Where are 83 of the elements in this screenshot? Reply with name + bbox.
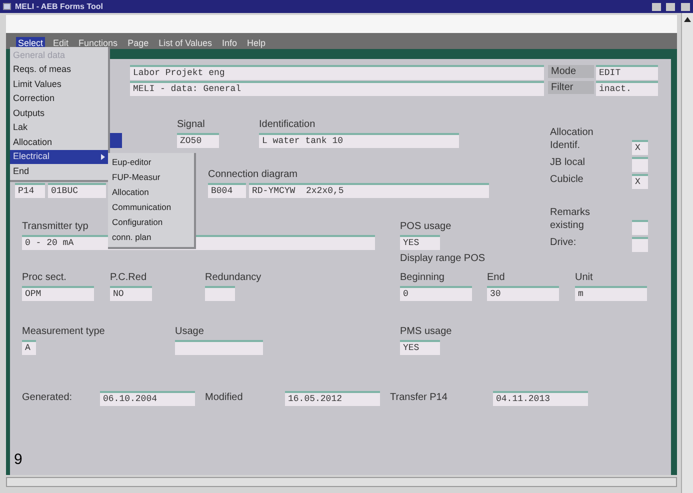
- date-field[interactable]: 16.05.2012: [285, 391, 380, 406]
- field-label: Identif.: [550, 139, 582, 152]
- figure-number: 9: [13, 452, 24, 467]
- menu-option[interactable]: Allocation: [108, 185, 194, 200]
- horizontal-scrollbar[interactable]: [6, 477, 677, 487]
- field-label: Transfer P14: [389, 391, 448, 404]
- input-field[interactable]: OPM: [22, 286, 94, 301]
- menu-option[interactable]: Electrical: [10, 150, 108, 164]
- field-label: POS usage: [400, 220, 452, 233]
- field-label: Redundancy: [205, 271, 262, 284]
- close-button[interactable]: [681, 2, 690, 10]
- field-label: P.C.Red: [110, 271, 147, 284]
- field-label: Mode: [548, 65, 594, 78]
- input-field[interactable]: [175, 340, 263, 355]
- menu-option[interactable]: FUP-Measur: [108, 170, 194, 185]
- field-label: PMS usage: [400, 325, 452, 338]
- header-field[interactable]: Labor Projekt eng: [130, 65, 544, 80]
- menu-option[interactable]: Eup-editor: [108, 155, 194, 170]
- field-label: Transmitter typ: [22, 220, 88, 233]
- checkbox-field[interactable]: [632, 157, 648, 172]
- input-field[interactable]: inact.: [596, 81, 658, 96]
- menu-option[interactable]: Communication: [108, 200, 194, 215]
- input-field[interactable]: L water tank 10: [259, 133, 459, 148]
- input-field[interactable]: YES: [400, 340, 440, 355]
- input-field[interactable]: YES: [400, 235, 440, 250]
- input-field[interactable]: A: [22, 340, 36, 355]
- menu-item[interactable]: Functions: [76, 37, 120, 49]
- input-field[interactable]: ZO50: [177, 133, 219, 148]
- app-icon: [3, 3, 11, 10]
- menu-item[interactable]: Info: [220, 37, 239, 49]
- checkbox-field[interactable]: [632, 220, 648, 235]
- input-field[interactable]: [205, 286, 235, 301]
- input-field[interactable]: m: [575, 286, 647, 301]
- field-label: Proc sect.: [22, 271, 66, 284]
- menu-option[interactable]: Lak: [10, 120, 108, 135]
- menu-item[interactable]: Help: [244, 37, 268, 49]
- menu-item[interactable]: Edit: [51, 37, 71, 49]
- field-label: Generated:: [22, 391, 74, 404]
- input-field[interactable]: P14: [15, 183, 45, 198]
- input-field[interactable]: B004: [208, 183, 246, 198]
- section-label: Remarks: [550, 206, 590, 219]
- field-label: Signal: [177, 118, 205, 131]
- menu-option[interactable]: End: [10, 164, 108, 178]
- section-label: Display range POS: [400, 252, 486, 265]
- date-field[interactable]: 06.10.2004: [100, 391, 195, 406]
- field-label: existing: [550, 219, 585, 232]
- menu-option[interactable]: Correction: [10, 92, 108, 106]
- field-label: Unit: [575, 271, 593, 284]
- maximize-button[interactable]: [666, 2, 675, 10]
- checkbox-field[interactable]: X: [632, 140, 648, 155]
- scroll-up-arrow-icon[interactable]: [684, 17, 691, 22]
- input-field[interactable]: EDIT: [596, 65, 658, 80]
- field-label: End: [487, 271, 505, 284]
- menu-option[interactable]: Allocation: [10, 135, 108, 150]
- checkbox-field[interactable]: X: [632, 174, 648, 189]
- header-field[interactable]: MELI - data: General: [130, 81, 544, 96]
- field-label: Measurement type: [22, 325, 105, 338]
- section-label: Allocation: [550, 126, 594, 139]
- menu-item[interactable]: Page: [126, 37, 151, 49]
- input-field[interactable]: RD-YMCYW 2x2x0,5: [249, 183, 489, 198]
- vertical-scrollbar[interactable]: [681, 13, 693, 493]
- minimize-button[interactable]: [652, 2, 661, 10]
- menu-option[interactable]: Outputs: [10, 106, 108, 120]
- input-field[interactable]: NO: [110, 286, 152, 301]
- menu-option[interactable]: Reqs. of meas: [10, 62, 108, 77]
- field-label: Usage: [175, 325, 204, 338]
- window-title: MELI - AEB Forms Tool: [15, 2, 103, 10]
- menu-option[interactable]: Limit Values: [10, 77, 108, 92]
- input-field[interactable]: 0: [400, 286, 472, 301]
- menu-option[interactable]: Configuration: [108, 215, 194, 230]
- field-label: Cubicle: [550, 173, 584, 186]
- checkbox-field[interactable]: [632, 237, 648, 252]
- field-label: Modified: [204, 391, 244, 404]
- field-label: Identification: [259, 118, 316, 131]
- input-field[interactable]: 01BUC: [48, 183, 106, 198]
- input-field[interactable]: 30: [487, 286, 559, 301]
- field-label: Drive:: [550, 236, 578, 249]
- menu-item[interactable]: List of Values: [156, 37, 214, 49]
- field-label: Connection diagram: [208, 168, 298, 181]
- field-label: Filter: [548, 81, 594, 94]
- date-field[interactable]: 04.11.2013: [493, 391, 588, 406]
- field-label: JB local: [550, 156, 586, 169]
- field-label: Beginning: [400, 271, 444, 284]
